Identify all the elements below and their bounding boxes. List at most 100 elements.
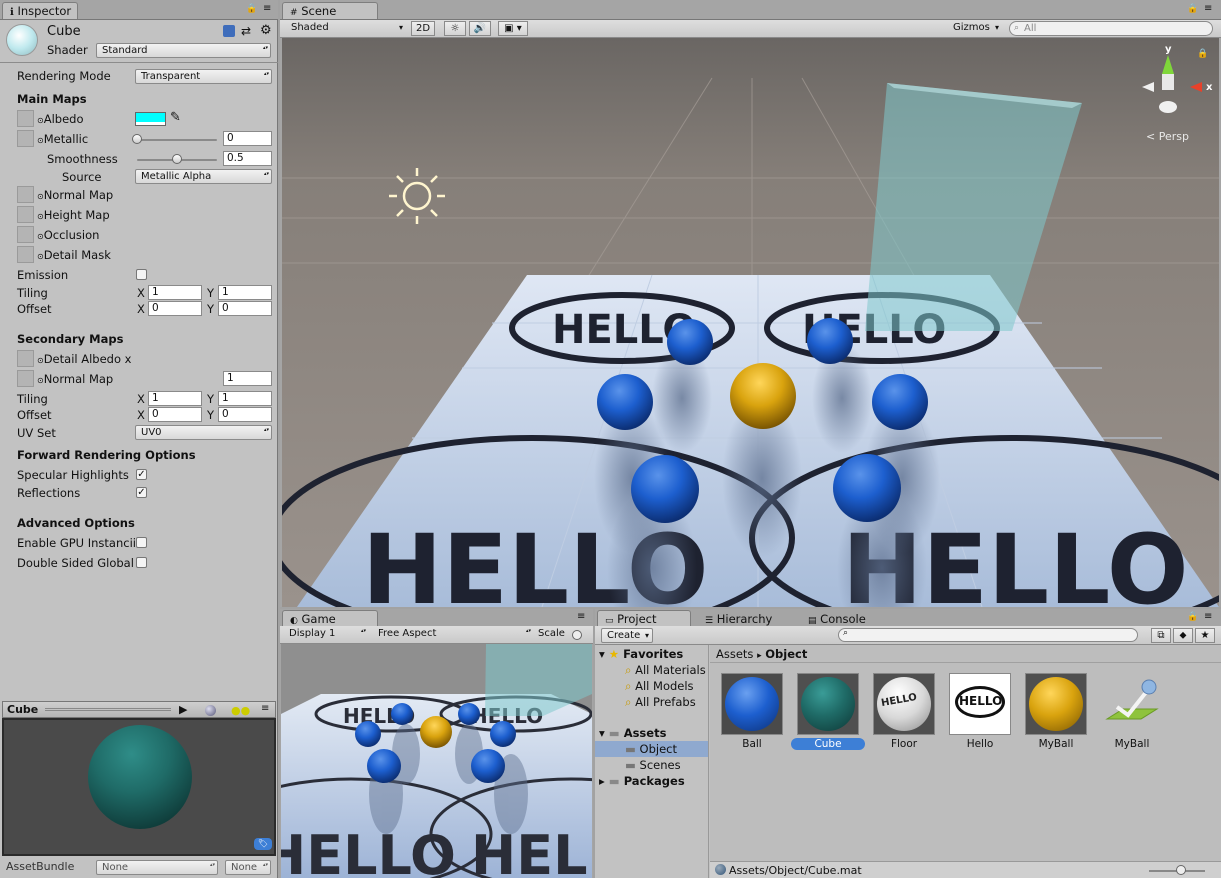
tiling-x-field[interactable]: 1 xyxy=(148,285,202,300)
lock-icon[interactable]: 🔒 xyxy=(1187,612,1198,622)
asset-ball[interactable]: Ball xyxy=(720,673,784,750)
tab-console[interactable]: ▤ Console xyxy=(800,610,890,626)
lock-icon[interactable]: 🔒 xyxy=(246,4,257,14)
texture-picker-icon[interactable]: ⊙ xyxy=(37,212,44,221)
create-dropdown[interactable]: Create xyxy=(601,628,653,643)
offset-x-field[interactable]: 0 xyxy=(148,301,202,316)
project-search-input[interactable]: ⌕ xyxy=(838,628,1138,642)
occlusion-slot[interactable] xyxy=(17,226,34,243)
asset-floor[interactable]: HELLO Floor xyxy=(872,673,936,750)
source-dropdown[interactable]: Metallic Alpha xyxy=(135,169,272,184)
secondary-offset-y-field[interactable]: 0 xyxy=(218,407,272,422)
expand-arrow-icon[interactable]: ▾ xyxy=(599,726,605,740)
tab-menu-icon[interactable]: ≡ xyxy=(263,3,271,14)
double-sided-checkbox[interactable] xyxy=(136,557,147,568)
tiling-y-field[interactable]: 1 xyxy=(218,285,272,300)
texture-picker-icon[interactable]: ⊙ xyxy=(37,252,44,261)
expand-arrow-icon[interactable]: ▾ xyxy=(599,647,605,661)
favorites-node[interactable]: ▾ ★ Favorites xyxy=(599,647,683,661)
smoothness-value-field[interactable]: 0.5 xyxy=(223,151,272,166)
secondary-tiling-x-field[interactable]: 1 xyxy=(148,391,202,406)
help-icon[interactable] xyxy=(223,25,235,37)
asset-hello[interactable]: HELLO Hello xyxy=(948,673,1012,750)
emission-checkbox[interactable] xyxy=(136,269,147,280)
asset-myball-physic-material[interactable]: MyBall xyxy=(1100,673,1164,750)
tab-project[interactable]: ▭ Project xyxy=(597,610,691,626)
tab-menu-icon[interactable]: ≡ xyxy=(1204,3,1212,14)
metallic-texture-slot[interactable] xyxy=(17,130,34,147)
tab-inspector[interactable]: ℹ Inspector xyxy=(2,2,78,19)
material-preview[interactable]: 🏷 xyxy=(2,718,276,856)
texture-picker-icon[interactable]: ⊙ xyxy=(37,356,44,365)
preset-icon[interactable]: ⇄ xyxy=(241,24,251,38)
assetbundle-dropdown[interactable]: None xyxy=(96,860,218,875)
metallic-value-field[interactable]: 0 xyxy=(223,131,272,146)
assetbundle-variant-dropdown[interactable]: None xyxy=(225,860,271,875)
texture-picker-icon[interactable]: ⊙ xyxy=(37,192,44,201)
lighting-toggle-icon[interactable]: ☼ xyxy=(444,21,466,36)
tab-scene[interactable]: # Scene xyxy=(282,2,378,19)
scene-viewport[interactable]: HELLO HELLO HELLO HELLO xyxy=(282,38,1219,607)
gpu-instancing-checkbox[interactable] xyxy=(136,537,147,548)
display-dropdown[interactable]: Display 1 xyxy=(284,627,368,642)
asset-myball-material[interactable]: MyBall xyxy=(1024,673,1088,750)
normal-map-slot[interactable] xyxy=(17,186,34,203)
preview-light-icon[interactable]: ●● xyxy=(231,704,250,717)
eyedropper-icon[interactable]: ✎ xyxy=(170,110,181,125)
scene-search-input[interactable]: ⌕ All xyxy=(1009,21,1213,36)
texture-picker-icon[interactable]: ⊙ xyxy=(37,116,44,125)
texture-picker-icon[interactable]: ⊙ xyxy=(37,136,44,145)
shader-dropdown[interactable]: Standard xyxy=(96,43,271,58)
tab-hierarchy[interactable]: ☰ Hierarchy xyxy=(697,610,793,626)
offset-y-field[interactable]: 0 xyxy=(218,301,272,316)
tab-game[interactable]: ◐ Game xyxy=(282,610,378,626)
secondary-tiling-y-field[interactable]: 1 xyxy=(218,391,272,406)
folder-scenes[interactable]: ▬ Scenes xyxy=(625,758,681,772)
favorites-star-icon[interactable]: ★ xyxy=(1195,628,1215,643)
gear-icon[interactable]: ⚙ xyxy=(260,23,272,38)
favorite-all-prefabs[interactable]: ⌕ All Prefabs xyxy=(625,695,696,710)
audio-toggle-icon[interactable]: 🔊 xyxy=(469,21,491,36)
smoothness-slider-knob[interactable] xyxy=(172,154,182,164)
lock-icon[interactable]: 🔒 xyxy=(1187,4,1198,14)
search-by-label-icon[interactable]: ⬥ xyxy=(1173,628,1193,643)
height-map-slot[interactable] xyxy=(17,206,34,223)
uv-set-dropdown[interactable]: UV0 xyxy=(135,425,272,440)
tab-menu-icon[interactable]: ≡ xyxy=(577,611,585,622)
texture-picker-icon[interactable]: ⊙ xyxy=(37,376,44,385)
detail-albedo-slot[interactable] xyxy=(17,350,34,367)
rendering-mode-dropdown[interactable]: Transparent xyxy=(135,69,272,84)
search-by-type-icon[interactable]: ⧉ xyxy=(1151,628,1171,643)
favorite-all-materials[interactable]: ⌕ All Materials xyxy=(625,663,706,678)
2d-toggle-button[interactable]: 2D xyxy=(411,21,435,36)
specular-highlights-checkbox[interactable]: ✓ xyxy=(136,469,147,480)
secondary-normal-field[interactable]: 1 xyxy=(223,371,272,386)
asset-label-icon[interactable]: 🏷 xyxy=(254,838,272,850)
shading-mode-dropdown[interactable]: Shaded xyxy=(286,21,406,36)
secondary-normal-slot[interactable] xyxy=(17,370,34,387)
breadcrumb-assets[interactable]: Assets xyxy=(716,647,753,661)
tab-menu-icon[interactable]: ≡ xyxy=(1204,611,1212,622)
thumbnail-size-knob[interactable] xyxy=(1176,865,1186,875)
albedo-texture-slot[interactable] xyxy=(17,110,34,127)
preview-sphere-icon[interactable] xyxy=(205,705,216,716)
secondary-offset-x-field[interactable]: 0 xyxy=(148,407,202,422)
detail-mask-slot[interactable] xyxy=(17,246,34,263)
preview-drag-bar[interactable] xyxy=(45,708,171,711)
texture-picker-icon[interactable]: ⊙ xyxy=(37,232,44,241)
asset-cube[interactable]: Cube xyxy=(791,673,865,750)
preview-menu-icon[interactable]: ≡ xyxy=(261,703,269,714)
scale-slider-knob[interactable] xyxy=(572,630,582,640)
game-viewport[interactable]: HELLO HELLO HELLO HELLO xyxy=(281,644,592,878)
folder-object[interactable]: ▬ Object xyxy=(625,742,677,756)
expand-arrow-icon[interactable]: ▸ xyxy=(599,774,605,788)
play-icon[interactable]: ▶ xyxy=(179,703,187,716)
effects-toggle-icon[interactable]: ▣ ▾ xyxy=(498,21,528,36)
albedo-color-swatch[interactable] xyxy=(135,112,166,126)
metallic-slider-track[interactable] xyxy=(137,139,217,141)
gizmos-dropdown[interactable]: Gizmos xyxy=(948,21,1002,36)
favorite-all-models[interactable]: ⌕ All Models xyxy=(625,679,694,694)
assets-node[interactable]: ▾ ▬ Assets xyxy=(599,726,666,740)
breadcrumb-object[interactable]: Object xyxy=(765,647,807,661)
reflections-checkbox[interactable]: ✓ xyxy=(136,487,147,498)
